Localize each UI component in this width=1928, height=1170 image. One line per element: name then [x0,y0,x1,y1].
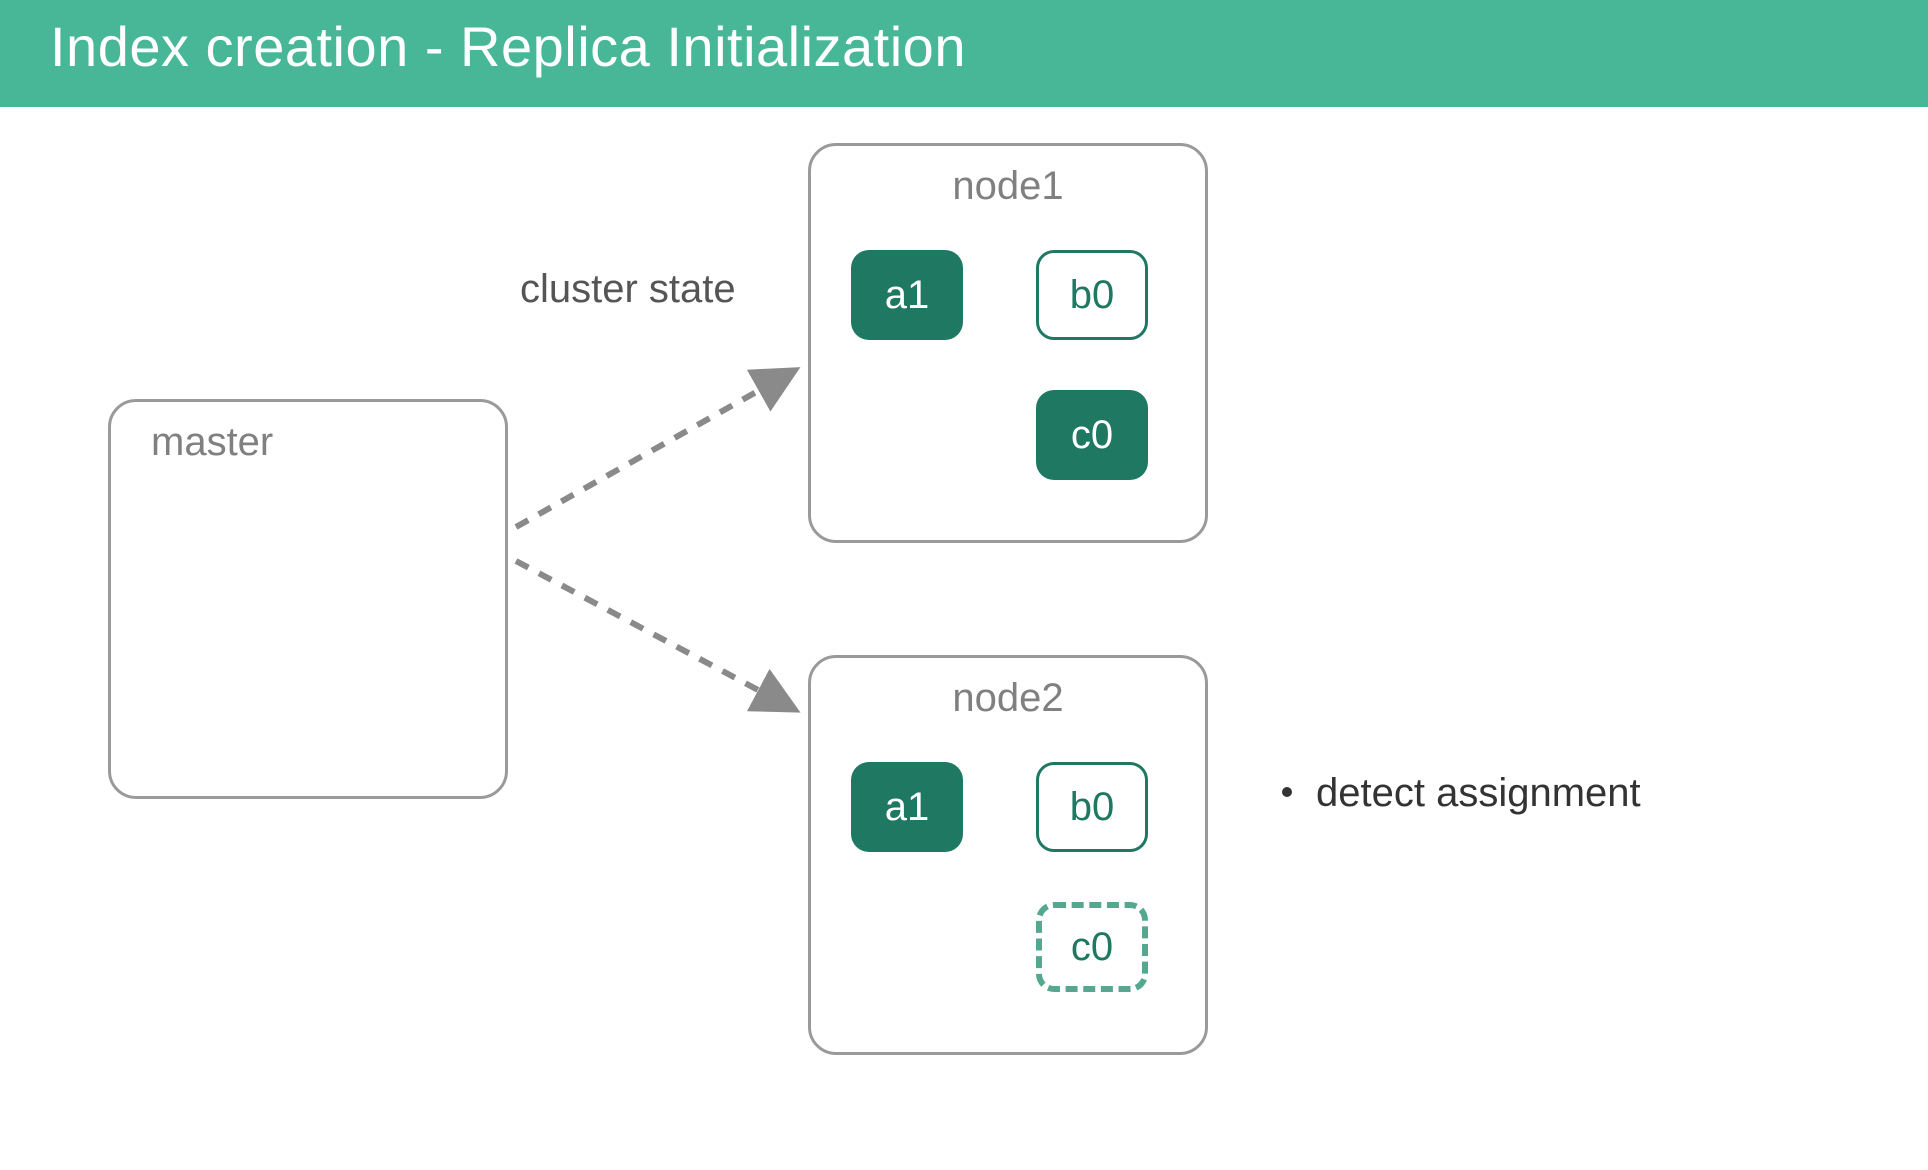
bullet-dot-icon [1282,787,1292,797]
diagram-stage: master node1 a1 b0 c0 node2 a1 b0 c0 clu… [0,107,1928,1137]
node2-label: node2 [811,676,1205,721]
annotation-item: detect assignment [1316,771,1641,815]
arrow-master-to-node2 [516,561,790,707]
annotation-list: detect assignment [1282,771,1641,816]
edge-label-cluster-state: cluster state [520,267,736,312]
arrow-master-to-node1 [516,373,790,527]
node1-shard-a1: a1 [851,250,963,340]
slide-header: Index creation - Replica Initialization [0,0,1928,107]
master-label: master [111,420,505,465]
slide-title: Index creation - Replica Initialization [50,15,966,78]
node1-label: node1 [811,164,1205,209]
node2-shard-c0: c0 [1036,902,1148,992]
node1-box: node1 a1 b0 c0 [808,143,1208,543]
node2-box: node2 a1 b0 c0 [808,655,1208,1055]
node1-shard-c0: c0 [1036,390,1148,480]
node1-shard-b0: b0 [1036,250,1148,340]
master-box: master [108,399,508,799]
node2-shard-a1: a1 [851,762,963,852]
node2-shard-b0: b0 [1036,762,1148,852]
